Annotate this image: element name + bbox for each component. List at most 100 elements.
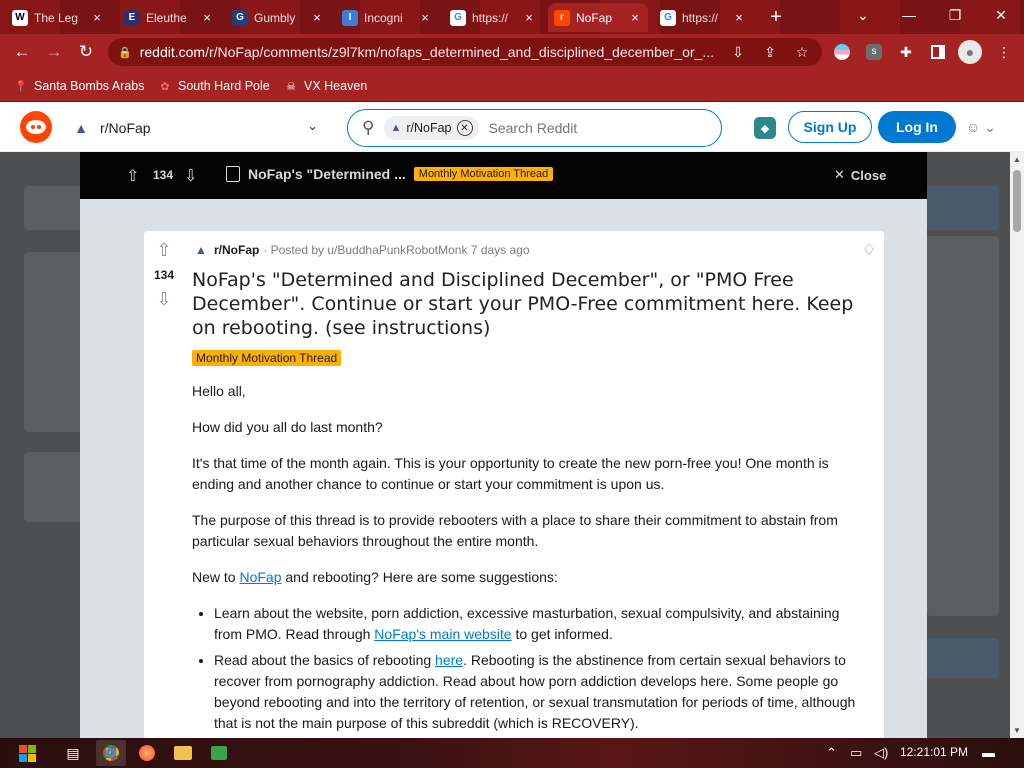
chevron-down-icon: ⌄ [307,118,318,133]
tab-close-icon[interactable]: × [90,10,104,25]
tab-0[interactable]: W The Leg × [6,3,110,32]
profile-icon[interactable]: ● [958,40,982,64]
tab-close-icon[interactable]: × [732,10,746,25]
back-button[interactable]: ← [8,38,36,66]
tab-close-icon[interactable]: × [418,10,432,25]
extension-s-icon[interactable]: s [864,42,884,62]
restore-button[interactable]: ❐ [932,0,978,30]
community-name: r/NoFap [100,120,151,136]
search-bar[interactable]: ⚲ ▲ r/NoFap ✕ [347,109,722,147]
scroll-down-icon[interactable]: ▼ [1012,726,1022,735]
task-view-icon[interactable]: ▤ [58,740,88,766]
community-icon: ▲ [74,120,88,136]
close-window-button[interactable]: ✕ [978,0,1024,30]
tab-6[interactable]: Ghttps:// × [654,3,752,32]
tab-favicon-icon: r [554,9,570,26]
subreddit-link[interactable]: r/NoFap [214,243,259,257]
search-community-chip[interactable]: ▲ r/NoFap ✕ [384,116,479,140]
browser-toolbar: ← → ↻ 🔒 reddit.com/r/NoFap/comments/z9l7… [0,34,1024,70]
paragraph: Hello all, [192,383,246,399]
bell-icon[interactable]: ♢ [858,239,880,261]
main-website-link[interactable]: NoFap's main website [374,626,511,642]
flair-badge[interactable]: Monthly Motivation Thread [192,350,342,366]
chrome-icon[interactable] [96,740,126,766]
tab-title: https:// [472,10,509,25]
new-tab-button[interactable]: + [764,6,788,28]
upvote-icon[interactable]: ⇧ [153,239,175,261]
tab-search-button[interactable]: ⌄ [840,0,886,30]
app-icon[interactable] [204,740,234,766]
extension-flag-icon[interactable] [832,42,852,62]
tab-close-icon[interactable]: × [200,10,214,25]
scroll-up-icon[interactable]: ▲ [1012,155,1022,164]
install-icon[interactable]: ⇩ [728,42,748,62]
clock[interactable]: 12:21:01 PM [900,745,968,759]
tab-close-icon[interactable]: × [310,10,324,25]
search-input[interactable] [488,120,669,136]
community-icon: ▲ [390,122,402,134]
address-bar[interactable]: 🔒 reddit.com/r/NoFap/comments/z9l7km/nof… [108,38,822,66]
url-text: reddit.com/r/NoFap/comments/z9l7km/nofap… [139,44,715,60]
background-card [24,252,84,432]
downvote-icon[interactable]: ⇩ [184,166,197,186]
pin-icon: 📍 [14,80,28,93]
start-button[interactable] [10,740,44,766]
page-scrollbar[interactable]: ▲ ▼ [1010,152,1024,738]
here-link[interactable]: here [435,652,463,668]
search-icon: ⚲ [362,118,375,137]
sidebar-icon[interactable] [928,42,948,62]
star-icon[interactable]: ☆ [792,42,812,62]
upvote-icon[interactable]: ⇧ [126,166,139,186]
tab-4[interactable]: Ghttps:// × [444,3,542,32]
post-type-icon [226,166,240,182]
background-card [24,186,84,230]
user-icon: ☺ [966,119,981,135]
explorer-icon[interactable] [168,740,198,766]
clear-chip-icon[interactable]: ✕ [456,120,473,136]
notifications-icon[interactable]: ▬ [982,745,995,760]
tab-favicon-icon: G [450,9,466,26]
post-card: ⇧ 134 ⇩ ▲ r/NoFap · Posted by u/BuddhaPu… [144,231,884,738]
post-body: Hello all, How did you all do last month… [192,381,868,738]
tab-title: The Leg [34,10,79,25]
firefox-icon[interactable] [132,740,162,766]
paragraph: The purpose of this thread is to provide… [192,512,838,549]
volume-icon[interactable]: ◁) [874,745,888,761]
tab-5[interactable]: r NoFap × [548,3,648,32]
user-menu[interactable]: ☺ ⌄ [966,114,1006,140]
downvote-icon[interactable]: ⇩ [153,288,175,310]
bookmark-santa-bombs-arabs[interactable]: 📍 Santa Bombs Arabs [14,76,144,96]
tab-2[interactable]: G Gumbly × [226,3,330,32]
list-item: Learn about the website, porn addiction,… [214,603,868,645]
post-overlay-bar: ⇧ 134 ⇩ NoFap's "Determined ... Monthly … [80,152,927,199]
menu-icon[interactable]: ⋮ [994,42,1014,62]
tab-favicon-icon: G [660,9,676,26]
reload-button[interactable]: ↻ [72,38,100,66]
snoo-icon[interactable]: ◆ [754,117,776,139]
community-selector[interactable]: ▲ r/NoFap ⌄ [70,114,326,142]
sign-up-button[interactable]: Sign Up [788,111,872,143]
minimize-button[interactable]: — [886,0,932,30]
bookmark-south-hard-pole[interactable]: ✿ South Hard Pole [158,76,269,96]
tab-3[interactable]: I Incogni × [336,3,438,32]
tab-title: Incogni [364,10,403,25]
posted-by: · Posted by u/BuddhaPunkRobotMonk 7 days… [263,243,530,257]
network-icon[interactable]: ▭ [850,745,862,761]
forward-button[interactable]: → [40,38,68,66]
tab-1[interactable]: E Eleuthe × [118,3,220,32]
nofap-link[interactable]: NoFap [239,569,281,585]
puzzle-icon[interactable]: ✚ [896,42,916,62]
share-icon[interactable]: ⇪ [760,42,780,62]
log-in-button[interactable]: Log In [878,111,956,143]
scrollbar-thumb[interactable] [1013,170,1021,232]
reddit-logo-icon[interactable] [20,111,52,143]
tab-close-icon[interactable]: × [522,10,536,25]
bookmark-vx-heaven[interactable]: ☠ VX Heaven [284,76,367,96]
background-card [927,186,999,230]
close-overlay-button[interactable]: ✕ Close [834,167,886,183]
tab-close-icon[interactable]: × [628,10,642,25]
tab-title: NoFap [576,10,613,25]
close-icon: ✕ [834,167,845,182]
tray-chevron-icon[interactable]: ⌃ [826,745,837,761]
vote-count: 134 [153,168,174,182]
